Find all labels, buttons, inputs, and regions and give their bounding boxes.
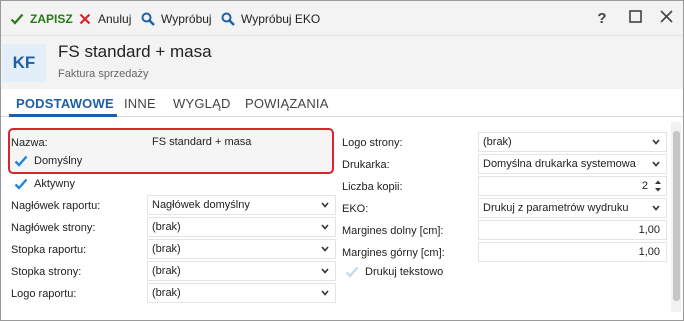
liczba-kopii-value: 2 <box>641 180 648 192</box>
margines-dolny-label: Margines dolny [cm]: <box>342 225 444 237</box>
logo-strony-value: (brak) <box>483 136 512 148</box>
close-icon <box>659 10 673 26</box>
test-eko-button[interactable]: Wypróbuj EKO <box>220 10 320 28</box>
maximize-icon <box>628 10 642 26</box>
margines-gorny-field[interactable]: 1,00 <box>478 242 667 262</box>
logo-raportu-label: Logo raportu: <box>11 288 77 300</box>
stopka-strony-select[interactable]: (brak) <box>147 261 336 281</box>
naglowek-raportu-label: Nagłówek raportu: <box>11 200 101 212</box>
toolbar: ZAPISZ Anuluj Wypróbuj Wypróbuj EKO ? <box>1 1 683 35</box>
magnifier-icon <box>140 11 156 27</box>
stopka-raportu-select[interactable]: (brak) <box>147 239 336 259</box>
chevron-down-icon <box>652 139 660 145</box>
logo-strony-label: Logo strony: <box>342 137 403 149</box>
eko-label: EKO: <box>342 203 369 215</box>
close-button[interactable] <box>658 10 674 26</box>
stopka-raportu-value: (brak) <box>152 243 181 255</box>
page-subtitle: Faktura sprzedaży <box>58 68 149 80</box>
aktywny-checkbox[interactable]: Aktywny <box>14 177 75 191</box>
cancel-button[interactable]: Anuluj <box>77 10 131 28</box>
maximize-button[interactable] <box>627 10 643 26</box>
domyslny-checkbox[interactable]: Domyślny <box>14 154 82 168</box>
page-title: FS standard + masa <box>58 42 212 61</box>
checkmark-icon <box>345 265 359 279</box>
document-header: KF FS standard + masa Faktura sprzedaży <box>1 35 683 89</box>
chevron-down-icon <box>652 205 660 211</box>
margines-dolny-field[interactable]: 1,00 <box>478 220 667 240</box>
logo-strony-select[interactable]: (brak) <box>478 132 667 152</box>
drukarka-value: Domyślna drukarka systemowa <box>483 158 636 170</box>
tab-powiazania[interactable]: POWIĄZANIA <box>245 96 329 111</box>
naglowek-strony-select[interactable]: (brak) <box>147 217 336 237</box>
margines-dolny-value: 1,00 <box>638 224 660 236</box>
chevron-down-icon <box>321 224 329 230</box>
checkmark-icon <box>14 154 28 168</box>
checkmark-icon <box>14 177 28 191</box>
nazwa-field[interactable]: FS standard + masa <box>147 132 332 152</box>
save-button[interactable]: ZAPISZ <box>9 10 73 28</box>
eko-value: Drukuj z parametrów wydruku <box>483 202 629 214</box>
cancel-label: Anuluj <box>98 12 132 26</box>
stopka-strony-label: Stopka strony: <box>11 266 82 278</box>
drukarka-label: Drukarka: <box>342 159 390 171</box>
x-icon <box>77 11 93 27</box>
magnifier-icon <box>220 11 236 27</box>
chevron-down-icon <box>321 246 329 252</box>
scrollbar-thumb[interactable] <box>673 131 680 301</box>
tab-inne[interactable]: INNE <box>124 96 156 111</box>
tab-bar: PODSTAWOWE INNE WYGLĄD POWIĄZANIA <box>1 91 683 117</box>
nazwa-label: Nazwa: <box>11 137 48 149</box>
naglowek-strony-value: (brak) <box>152 221 181 233</box>
spinner-arrows-icon[interactable] <box>654 179 662 193</box>
chevron-down-icon <box>321 290 329 296</box>
document-type-badge: KF <box>2 44 46 82</box>
save-label: ZAPISZ <box>30 12 73 26</box>
test-eko-label: Wypróbuj EKO <box>241 12 321 26</box>
chevron-down-icon <box>321 202 329 208</box>
chevron-down-icon <box>652 161 660 167</box>
stopka-strony-value: (brak) <box>152 265 181 277</box>
stopka-raportu-label: Stopka raportu: <box>11 244 87 256</box>
chevron-down-icon <box>321 268 329 274</box>
test-label: Wypróbuj <box>161 12 212 26</box>
check-icon <box>9 11 25 27</box>
dialog-window: ZAPISZ Anuluj Wypróbuj Wypróbuj EKO ? KF… <box>0 0 684 321</box>
margines-gorny-label: Margines górny [cm]: <box>342 247 445 259</box>
tab-wyglad[interactable]: WYGLĄD <box>173 96 231 111</box>
naglowek-raportu-select[interactable]: Nagłówek domyślny <box>147 195 336 215</box>
drukarka-select[interactable]: Domyślna drukarka systemowa <box>478 154 667 174</box>
question-icon: ? <box>597 9 607 27</box>
margines-gorny-value: 1,00 <box>638 246 660 258</box>
naglowek-strony-label: Nagłówek strony: <box>11 222 96 234</box>
aktywny-label: Aktywny <box>34 178 75 190</box>
naglowek-raportu-value: Nagłówek domyślny <box>152 199 250 211</box>
liczba-kopii-stepper[interactable]: 2 <box>478 176 667 196</box>
test-button[interactable]: Wypróbuj <box>140 10 212 28</box>
tab-podstawowe[interactable]: PODSTAWOWE <box>16 96 114 111</box>
domyslny-label: Domyślny <box>34 155 83 167</box>
eko-select[interactable]: Drukuj z parametrów wydruku <box>478 198 667 218</box>
drukuj-tekstowo-checkbox[interactable]: Drukuj tekstowo <box>345 265 443 279</box>
logo-raportu-value: (brak) <box>152 287 181 299</box>
drukuj-tekstowo-label: Drukuj tekstowo <box>365 266 444 278</box>
logo-raportu-select[interactable]: (brak) <box>147 283 336 303</box>
active-tab-indicator <box>9 114 117 117</box>
liczba-kopii-label: Liczba kopii: <box>342 181 403 193</box>
help-button[interactable]: ? <box>594 9 610 27</box>
